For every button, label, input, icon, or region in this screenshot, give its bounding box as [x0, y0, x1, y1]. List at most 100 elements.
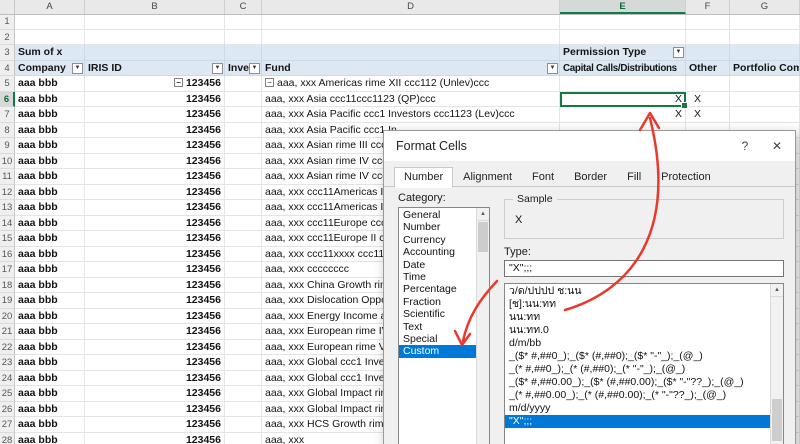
cell-C27[interactable]	[225, 417, 262, 433]
help-button[interactable]: ?	[729, 132, 761, 160]
cell-A15[interactable]: aaa bbb	[15, 231, 85, 247]
cell-B10[interactable]: 123456	[85, 154, 225, 170]
cell-A17[interactable]: aaa bbb	[15, 262, 85, 278]
cell-C16[interactable]	[225, 247, 262, 263]
cell-D6[interactable]: aaa, xxx Asia ccc11ccc1123 (QP)ccc	[262, 92, 560, 108]
cell-B17[interactable]: 123456	[85, 262, 225, 278]
cell-B7[interactable]: 123456	[85, 107, 225, 123]
cell-C13[interactable]	[225, 200, 262, 216]
company-header[interactable]: Company▼	[15, 61, 85, 77]
cell-A1[interactable]	[15, 14, 85, 30]
cell-D1[interactable]	[262, 14, 560, 30]
cell-D5[interactable]: −aaa, xxx Americas rime XII ccc112 (Unle…	[262, 76, 560, 92]
cell-C28[interactable]	[225, 433, 262, 444]
cell-B2[interactable]	[85, 30, 225, 46]
cell-A25[interactable]: aaa bbb	[15, 386, 85, 402]
cell-B24[interactable]: 123456	[85, 371, 225, 387]
row-header-12[interactable]: 12	[0, 185, 15, 201]
cell-C23[interactable]	[225, 355, 262, 371]
cell-G6[interactable]	[730, 92, 800, 108]
format-code-item[interactable]: [ช]:นน:ทท	[505, 298, 770, 311]
cell-B22[interactable]: 123456	[85, 340, 225, 356]
cell-E1[interactable]	[560, 14, 686, 30]
fund-header[interactable]: Fund▼	[262, 61, 560, 77]
row-header-9[interactable]: 9	[0, 138, 15, 154]
cell-C20[interactable]	[225, 309, 262, 325]
inv-header[interactable]: Inve▼	[225, 61, 262, 77]
cell-C25[interactable]	[225, 386, 262, 402]
filter-icon[interactable]: ▼	[212, 63, 223, 74]
iris-id-header[interactable]: IRIS ID▼	[85, 61, 225, 77]
tab-font[interactable]: Font	[522, 167, 564, 188]
format-code-item[interactable]: _($* #,##0_);_($* (#,##0);_($* "-"_);_(@…	[505, 350, 770, 363]
tab-number[interactable]: Number	[394, 167, 453, 188]
column-header-D[interactable]: D	[262, 0, 560, 14]
format-code-item[interactable]: _(* #,##0_);_(* (#,##0);_(* "-"_);_(@_)	[505, 363, 770, 376]
cell-C22[interactable]	[225, 340, 262, 356]
cell-C2[interactable]	[225, 30, 262, 46]
format-code-item[interactable]: _($* #,##0.00_);_($* (#,##0.00);_($* "-"…	[505, 376, 770, 389]
row-header-5[interactable]: 5	[0, 76, 15, 92]
row-header-18[interactable]: 18	[0, 278, 15, 294]
cell-E2[interactable]	[560, 30, 686, 46]
permission-type-header[interactable]: Permission Type▼	[560, 45, 686, 61]
cell-A12[interactable]: aaa bbb	[15, 185, 85, 201]
row-header-14[interactable]: 14	[0, 216, 15, 232]
cell-G3[interactable]	[730, 45, 800, 61]
format-code-item[interactable]: _(* #,##0.00_);_(* (#,##0.00);_(* "-"??_…	[505, 389, 770, 402]
category-fraction[interactable]: Fraction	[399, 296, 476, 308]
column-header-G[interactable]: G	[730, 0, 800, 14]
cell-B26[interactable]: 123456	[85, 402, 225, 418]
cell-A26[interactable]: aaa bbb	[15, 402, 85, 418]
cell-A19[interactable]: aaa bbb	[15, 293, 85, 309]
cell-B27[interactable]: 123456	[85, 417, 225, 433]
row-header-23[interactable]: 23	[0, 355, 15, 371]
format-code-item[interactable]: m/d/yyyy	[505, 402, 770, 415]
cell-B19[interactable]: 123456	[85, 293, 225, 309]
cell-A5[interactable]: aaa bbb	[15, 76, 85, 92]
row-header-1[interactable]: 1	[0, 14, 15, 30]
cell-A23[interactable]: aaa bbb	[15, 355, 85, 371]
type-input[interactable]: "X";;;	[504, 260, 784, 277]
capital-calls-header[interactable]: Capital Calls/Distributions	[560, 61, 686, 77]
scroll-thumb[interactable]	[478, 222, 488, 252]
cell-E7[interactable]: X	[560, 107, 686, 123]
cell-C12[interactable]	[225, 185, 262, 201]
cell-C8[interactable]	[225, 123, 262, 139]
cell-A27[interactable]: aaa bbb	[15, 417, 85, 433]
cell-A6[interactable]: aaa bbb	[15, 92, 85, 108]
cell-A14[interactable]: aaa bbb	[15, 216, 85, 232]
cell-G2[interactable]	[730, 30, 800, 46]
select-all-corner[interactable]	[0, 0, 15, 14]
cell-D2[interactable]	[262, 30, 560, 46]
cell-A28[interactable]: aaa bbb	[15, 433, 85, 444]
category-currency[interactable]: Currency	[399, 234, 476, 246]
portfolio-company-header[interactable]: Portfolio Com	[730, 61, 800, 77]
cell-B15[interactable]: 123456	[85, 231, 225, 247]
format-code-item[interactable]: นน:ทท	[505, 311, 770, 324]
row-header-17[interactable]: 17	[0, 262, 15, 278]
cell-B6[interactable]: 123456	[85, 92, 225, 108]
selected-cell-outline[interactable]	[560, 92, 686, 108]
sum-of-x-label[interactable]: Sum of x	[15, 45, 85, 61]
cell-B25[interactable]: 123456	[85, 386, 225, 402]
cell-F1[interactable]	[686, 14, 730, 30]
row-header-19[interactable]: 19	[0, 293, 15, 309]
row-header-15[interactable]: 15	[0, 231, 15, 247]
filter-icon[interactable]: ▼	[249, 63, 260, 74]
row-header-4[interactable]: 4	[0, 61, 15, 77]
cell-B16[interactable]: 123456	[85, 247, 225, 263]
tab-alignment[interactable]: Alignment	[453, 167, 522, 188]
cell-C7[interactable]	[225, 107, 262, 123]
filter-icon[interactable]: ▼	[72, 63, 83, 74]
tab-border[interactable]: Border	[564, 167, 617, 188]
row-header-21[interactable]: 21	[0, 324, 15, 340]
category-general[interactable]: General	[399, 209, 476, 221]
cell-A13[interactable]: aaa bbb	[15, 200, 85, 216]
cell-B18[interactable]: 123456	[85, 278, 225, 294]
cell-C26[interactable]	[225, 402, 262, 418]
cell-B5[interactable]: −123456	[85, 76, 225, 92]
tab-protection[interactable]: Protection	[651, 167, 721, 188]
cell-C3[interactable]	[225, 45, 262, 61]
dialog-titlebar[interactable]: Format Cells ? ✕	[384, 131, 795, 161]
